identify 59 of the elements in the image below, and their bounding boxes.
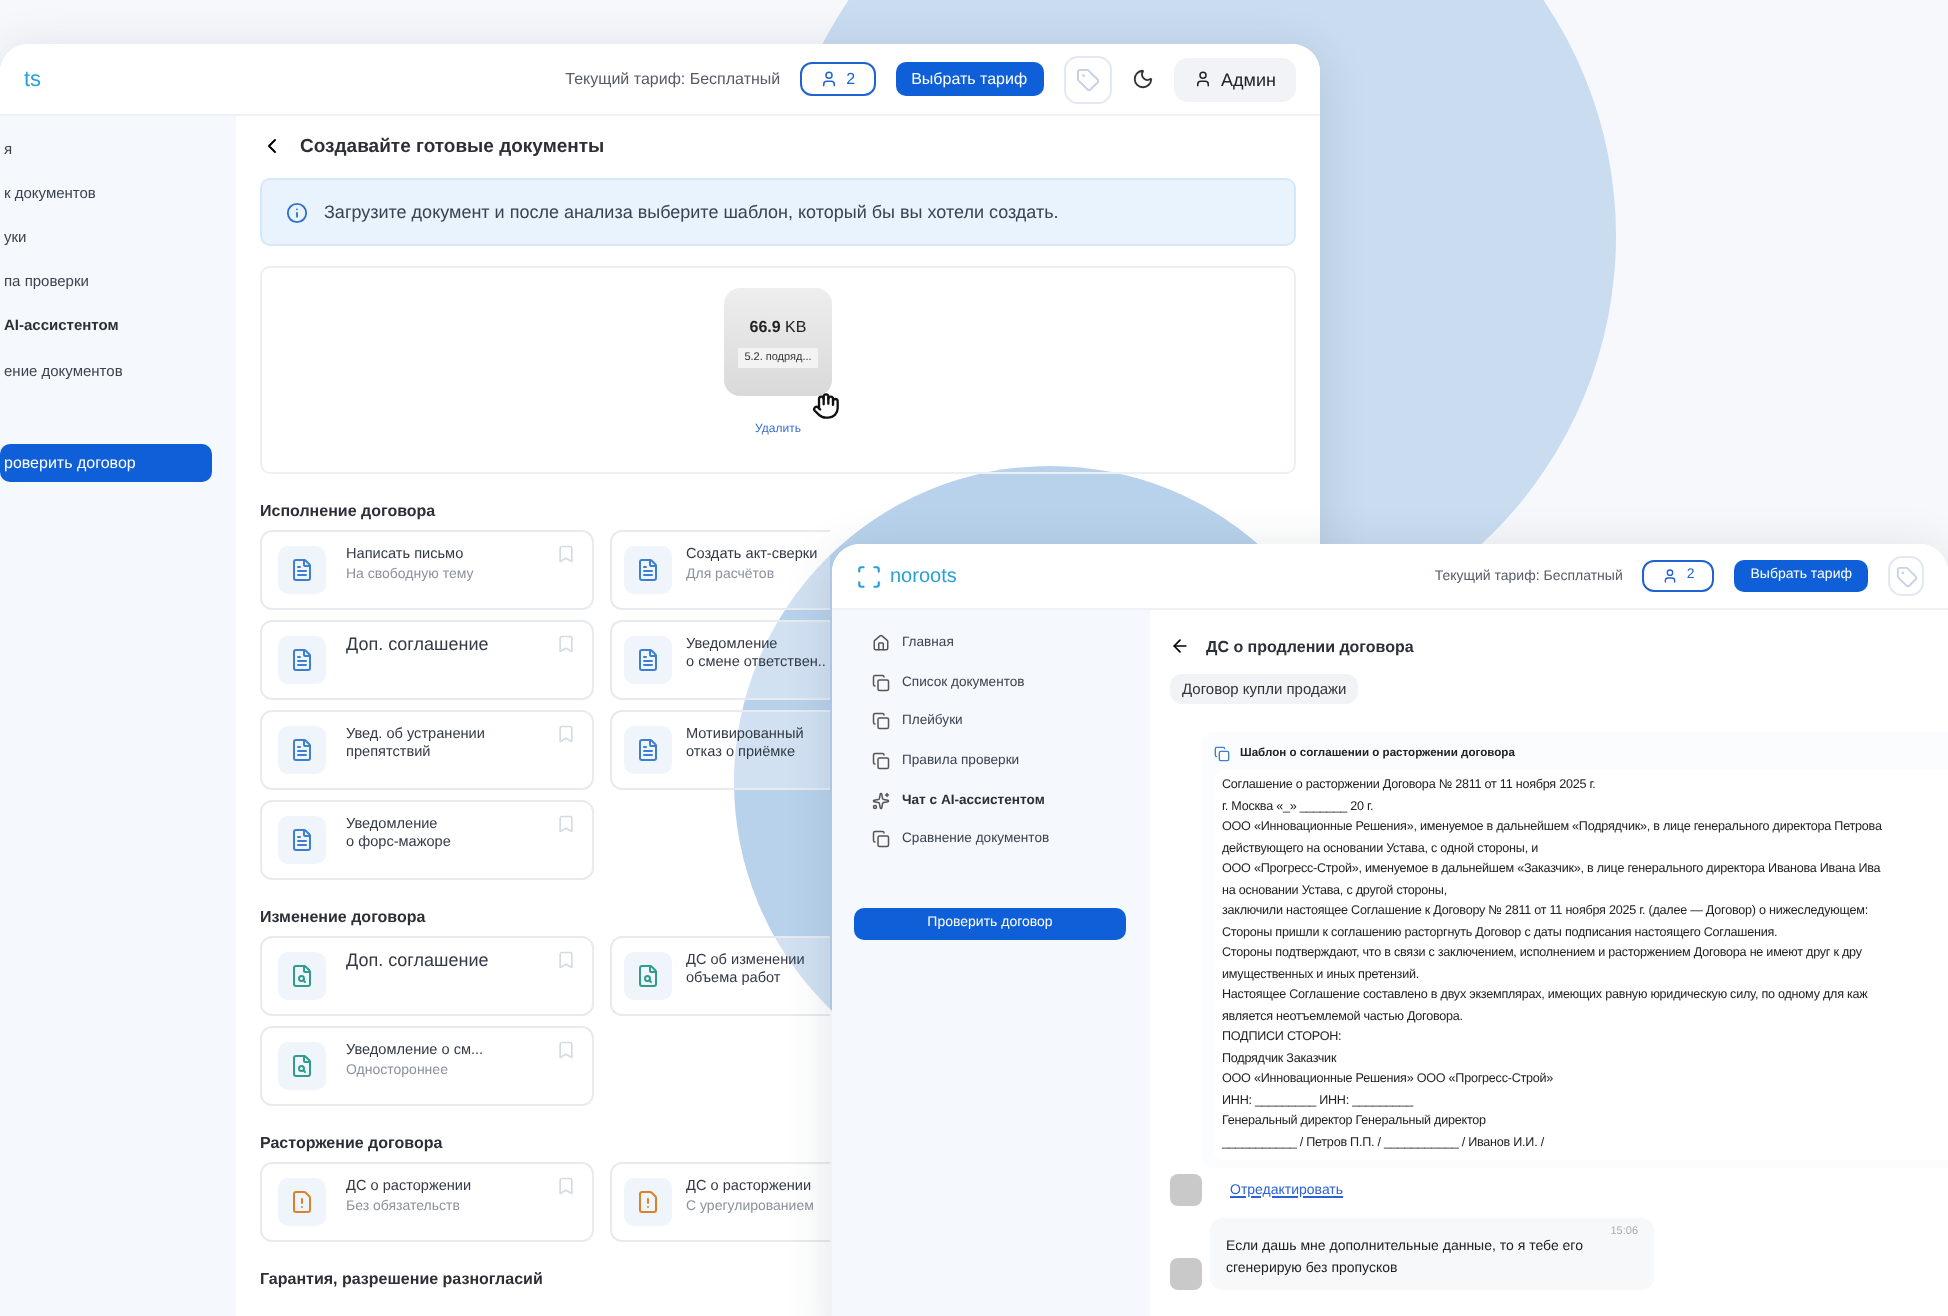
section-title: Гарантия, разрешение разногласий	[260, 1270, 543, 1288]
template-card[interactable]: Доп. соглашение	[260, 620, 594, 700]
bookmark-icon[interactable]	[556, 544, 576, 564]
document-icon	[278, 546, 326, 594]
assistant-avatar	[1170, 1174, 1202, 1206]
sparkle-icon	[872, 791, 890, 810]
document-icon	[624, 726, 672, 774]
card-title: Доп. соглашение	[346, 950, 491, 974]
section-title: Изменение договора	[260, 908, 426, 926]
page-title: ДС о продлении договора	[1206, 637, 1414, 655]
bookmark-icon[interactable]	[556, 724, 576, 744]
file-size: 66.9 KB	[749, 317, 807, 335]
admin-button[interactable]: Админ	[1173, 57, 1296, 101]
bookmark-icon[interactable]	[556, 814, 576, 834]
documents-icon	[872, 830, 890, 849]
page-title: Создавайте готовые документы	[300, 135, 605, 157]
assistant-avatar	[1170, 1258, 1202, 1290]
tariff-label: Текущий тариф: Бесплатный	[565, 70, 781, 88]
document-icon	[624, 636, 672, 684]
info-text: Загрузите документ и после анализа выберите шаблон, который бы вы хотели создать.	[324, 202, 1059, 222]
logo-icon	[856, 563, 882, 589]
document-icon	[278, 726, 326, 774]
tag-button[interactable]	[1063, 55, 1112, 103]
document-icon	[278, 952, 326, 1000]
user-icon	[820, 70, 839, 88]
template-icon	[1214, 745, 1230, 761]
bookmark-icon[interactable]	[556, 950, 576, 970]
bookmark-icon[interactable]	[556, 1040, 576, 1060]
logo: noroots	[890, 565, 957, 587]
bookmark-icon[interactable]	[556, 634, 576, 654]
documents-icon	[872, 752, 890, 771]
moon-icon[interactable]	[1131, 68, 1154, 90]
logo: ts	[24, 67, 42, 91]
hand-cursor-icon	[812, 392, 840, 420]
tag-icon	[1075, 67, 1100, 91]
tag-icon	[1895, 565, 1917, 587]
document-icon	[624, 546, 672, 594]
user-icon	[1193, 70, 1212, 88]
check-contract-button[interactable]: роверить договор	[0, 444, 212, 483]
card-title: Доп. соглашение	[346, 634, 491, 658]
bookmark-icon[interactable]	[556, 1176, 576, 1196]
document-icon	[624, 952, 672, 1000]
home-icon	[872, 634, 890, 653]
users-button[interactable]: 2	[800, 61, 876, 97]
documents-icon	[872, 712, 890, 731]
document-icon	[278, 1178, 326, 1226]
section-title: Расторжение договора	[260, 1134, 443, 1152]
document-icon	[278, 636, 326, 684]
info-icon	[286, 201, 308, 223]
user-icon	[1662, 567, 1679, 584]
template-card[interactable]: Доп. соглашение	[260, 936, 594, 1016]
tag-button[interactable]	[1888, 556, 1924, 596]
back-arrow-icon[interactable]	[1170, 636, 1190, 656]
document-icon	[278, 1042, 326, 1090]
choose-tariff-button[interactable]: Выбрать тариф	[895, 61, 1044, 97]
section-title: Исполнение договора	[260, 502, 436, 520]
document-icon	[278, 816, 326, 864]
document-icon	[624, 1178, 672, 1226]
documents-icon	[872, 673, 890, 692]
